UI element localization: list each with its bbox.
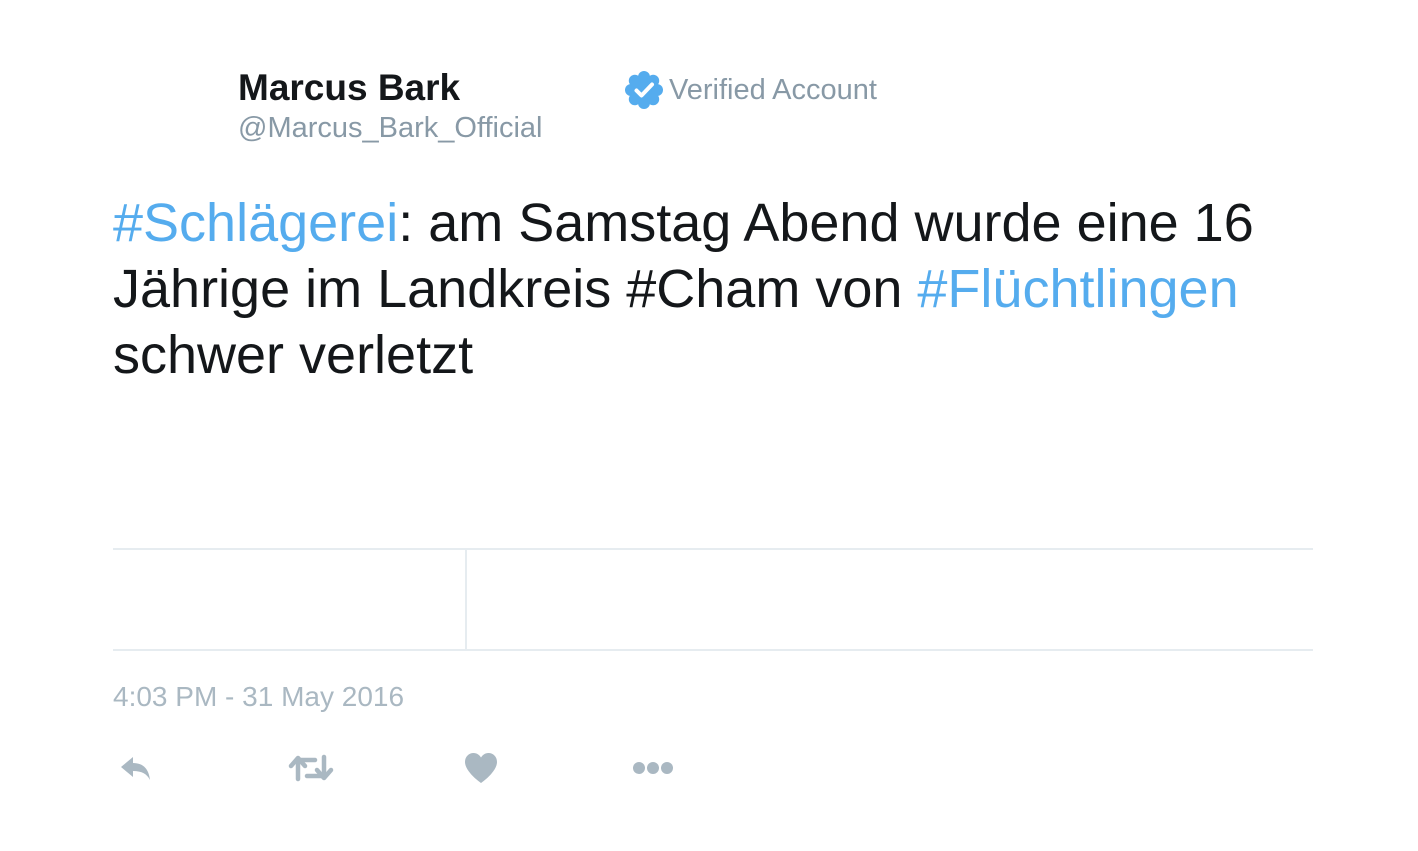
retweet-button[interactable] (286, 747, 336, 789)
hashtag-link[interactable]: #Schlägerei (113, 193, 398, 253)
like-button[interactable] (460, 747, 502, 789)
reply-button[interactable] (116, 747, 156, 789)
tweet-text: #Schlägerei: am Samstag Abend wurde eine… (113, 190, 1333, 388)
verified-badge: Verified Account (624, 70, 877, 110)
verified-badge-icon (625, 71, 663, 109)
author-handle[interactable]: @Marcus_Bark_Official (238, 110, 543, 146)
hashtag-link[interactable]: #Flüchtlingen (917, 259, 1238, 319)
verified-label: Verified Account (669, 73, 877, 106)
heart-icon (465, 753, 497, 783)
stats-divider-vertical (465, 550, 467, 649)
stats-divider-top (113, 548, 1313, 550)
retweet-icon (288, 754, 334, 782)
more-button[interactable] (630, 747, 676, 789)
reply-icon (121, 757, 150, 780)
tweet-text-segment: schwer verletzt (113, 325, 474, 385)
stats-divider-bottom (113, 649, 1313, 651)
tweet-timestamp[interactable]: 4:03 PM - 31 May 2016 (113, 680, 404, 714)
more-dots-icon (633, 762, 673, 774)
author-name[interactable]: Marcus Bark (238, 66, 460, 110)
